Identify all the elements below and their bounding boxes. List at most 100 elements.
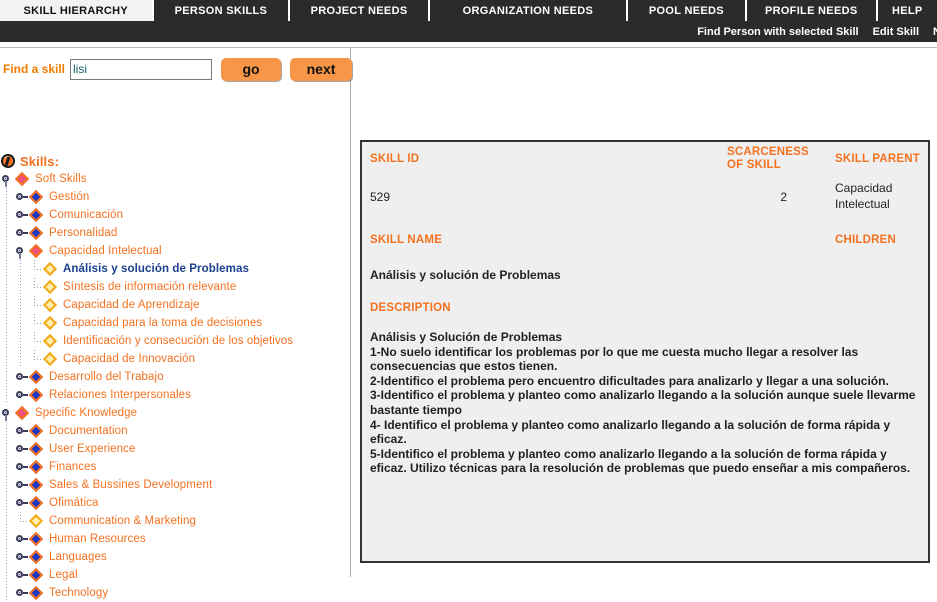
skill-parent-label: SKILL PARENT: [835, 153, 921, 165]
tree-item[interactable]: Communication & Marketing: [0, 512, 348, 530]
blue-diamond-icon: [28, 368, 45, 386]
pink-diamond-icon: [14, 170, 31, 188]
tree-item-label: Identificación y consecución de los obje…: [63, 335, 294, 347]
tree-item[interactable]: Personalidad: [0, 224, 348, 242]
tree-item[interactable]: Sales & Bussines Development: [0, 476, 348, 494]
tree-item-label: Communication & Marketing: [49, 515, 196, 527]
expand-node-icon[interactable]: [14, 566, 28, 584]
tree-item[interactable]: Capacidad para la toma de decisiones: [0, 314, 348, 332]
tab-label: HELP: [892, 4, 923, 17]
tab-person-skills[interactable]: PERSON SKILLS: [153, 0, 291, 21]
tab-organization-needs[interactable]: ORGANIZATION NEEDS: [429, 0, 628, 21]
tree-item[interactable]: Síntesis de información relevante: [0, 278, 348, 296]
tree-item[interactable]: Human Resources: [0, 530, 348, 548]
tree-item[interactable]: Comunicación: [0, 206, 348, 224]
expand-node-icon[interactable]: [14, 530, 28, 548]
tree-elbow-line: [28, 332, 42, 350]
expand-node-icon[interactable]: [14, 584, 28, 602]
yellow-diamond-icon: [42, 296, 59, 314]
skill-id-value: 529: [370, 190, 391, 204]
blue-diamond-icon: [28, 530, 45, 548]
tree-guide-line: [0, 548, 14, 566]
expand-node-icon[interactable]: [14, 440, 28, 458]
tree-item[interactable]: Languages: [0, 548, 348, 566]
tree-guide-line: [0, 350, 14, 368]
find-person-with-skill-link[interactable]: Find Person with selected Skill: [697, 26, 858, 38]
tree-item-label: Languages: [49, 551, 107, 563]
tree-item[interactable]: Documentation: [0, 422, 348, 440]
tree-item-label: Human Resources: [49, 533, 146, 545]
tree-item[interactable]: Soft Skills: [0, 170, 348, 188]
tree-item[interactable]: User Experience: [0, 440, 348, 458]
tree-item[interactable]: Gestión: [0, 188, 348, 206]
scarceness-label: SCARCENESS OF SKILL: [727, 146, 809, 171]
tree-item-label: Finances: [49, 461, 97, 473]
tree-item-label: Sales & Bussines Development: [49, 479, 213, 491]
next-button[interactable]: next: [290, 57, 353, 81]
edit-skill-link[interactable]: Edit Skill: [873, 26, 919, 38]
tree-item-label: Capacidad Intelectual: [49, 245, 162, 257]
expand-node-icon[interactable]: [14, 548, 28, 566]
tree-item[interactable]: Capacidad Intelectual: [0, 242, 348, 260]
new-skill-link[interactable]: N: [933, 26, 937, 38]
blue-diamond-icon: [28, 566, 45, 584]
expand-node-icon[interactable]: [14, 422, 28, 440]
collapse-node-icon[interactable]: [14, 242, 28, 260]
expand-node-icon[interactable]: [14, 494, 28, 512]
blue-diamond-icon: [28, 458, 45, 476]
tree-item[interactable]: Análisis y solución de Problemas: [0, 260, 348, 278]
yellow-diamond-icon: [42, 350, 59, 368]
tab-pool-needs[interactable]: POOL NEEDS: [627, 0, 747, 21]
tree-item[interactable]: Technology: [0, 584, 348, 602]
tree-item[interactable]: Legal: [0, 566, 348, 584]
tree-item-label: Technology: [49, 587, 109, 599]
expand-node-icon[interactable]: [14, 458, 28, 476]
skill-id-label: SKILL ID: [370, 153, 420, 165]
tree-item[interactable]: Capacidad de Aprendizaje: [0, 296, 348, 314]
tree-guide-line: [0, 260, 14, 278]
expand-node-icon[interactable]: [14, 368, 28, 386]
tree-item[interactable]: Desarrollo del Trabajo: [0, 368, 348, 386]
tree-item[interactable]: Finances: [0, 458, 348, 476]
tab-skill-hierarchy[interactable]: SKILL HIERARCHY: [0, 0, 154, 21]
tab-profile-needs[interactable]: PROFILE NEEDS: [746, 0, 878, 21]
tab-project-needs[interactable]: PROJECT NEEDS: [290, 0, 430, 21]
tree-guide-line: [14, 278, 28, 296]
tree-item[interactable]: Specific Knowledge: [0, 404, 348, 422]
tree-elbow-line: [28, 278, 42, 296]
expand-node-icon[interactable]: [14, 188, 28, 206]
tree-item[interactable]: Ofimática: [0, 494, 348, 512]
tree-root-label: Skills:: [20, 153, 59, 169]
tree-item[interactable]: Identificación y consecución de los obje…: [0, 332, 348, 350]
tree-item-label: Capacidad de Innovación: [63, 353, 196, 365]
blue-diamond-icon: [28, 224, 45, 242]
tree-item-label: Gestión: [49, 191, 90, 203]
tree-guide-line: [14, 314, 28, 332]
expand-node-icon[interactable]: [14, 224, 28, 242]
collapse-node-icon[interactable]: [0, 404, 14, 422]
tree-item[interactable]: Capacidad de Innovación: [0, 350, 348, 368]
tree-item-label: Soft Skills: [35, 173, 87, 185]
tree-guide-line: [14, 350, 28, 368]
expand-node-icon[interactable]: [14, 386, 28, 404]
search-input[interactable]: [70, 58, 213, 80]
expand-node-icon[interactable]: [14, 476, 28, 494]
tab-help[interactable]: HELP: [877, 0, 937, 21]
yellow-diamond-icon: [42, 332, 59, 350]
tree-item-label: Specific Knowledge: [35, 407, 138, 419]
tree-item-label: Capacidad para la toma de decisiones: [63, 317, 263, 329]
tree-item-label: Relaciones Interpersonales: [49, 389, 191, 401]
yellow-diamond-icon: [42, 314, 59, 332]
tree-root-skills[interactable]: Skills:: [0, 152, 348, 170]
skill-parent-value: Capacidad Intelectual: [835, 181, 893, 211]
tree-item-label: Personalidad: [49, 227, 118, 239]
tree-guide-line: [0, 296, 14, 314]
expand-node-icon[interactable]: [14, 206, 28, 224]
collapse-node-icon[interactable]: [0, 170, 14, 188]
blue-diamond-icon: [28, 440, 45, 458]
description-label: DESCRIPTION: [370, 302, 451, 314]
skill-name-label: SKILL NAME: [370, 234, 443, 246]
blue-diamond-icon: [28, 548, 45, 566]
go-button[interactable]: go: [221, 57, 282, 81]
tree-item[interactable]: Relaciones Interpersonales: [0, 386, 348, 404]
